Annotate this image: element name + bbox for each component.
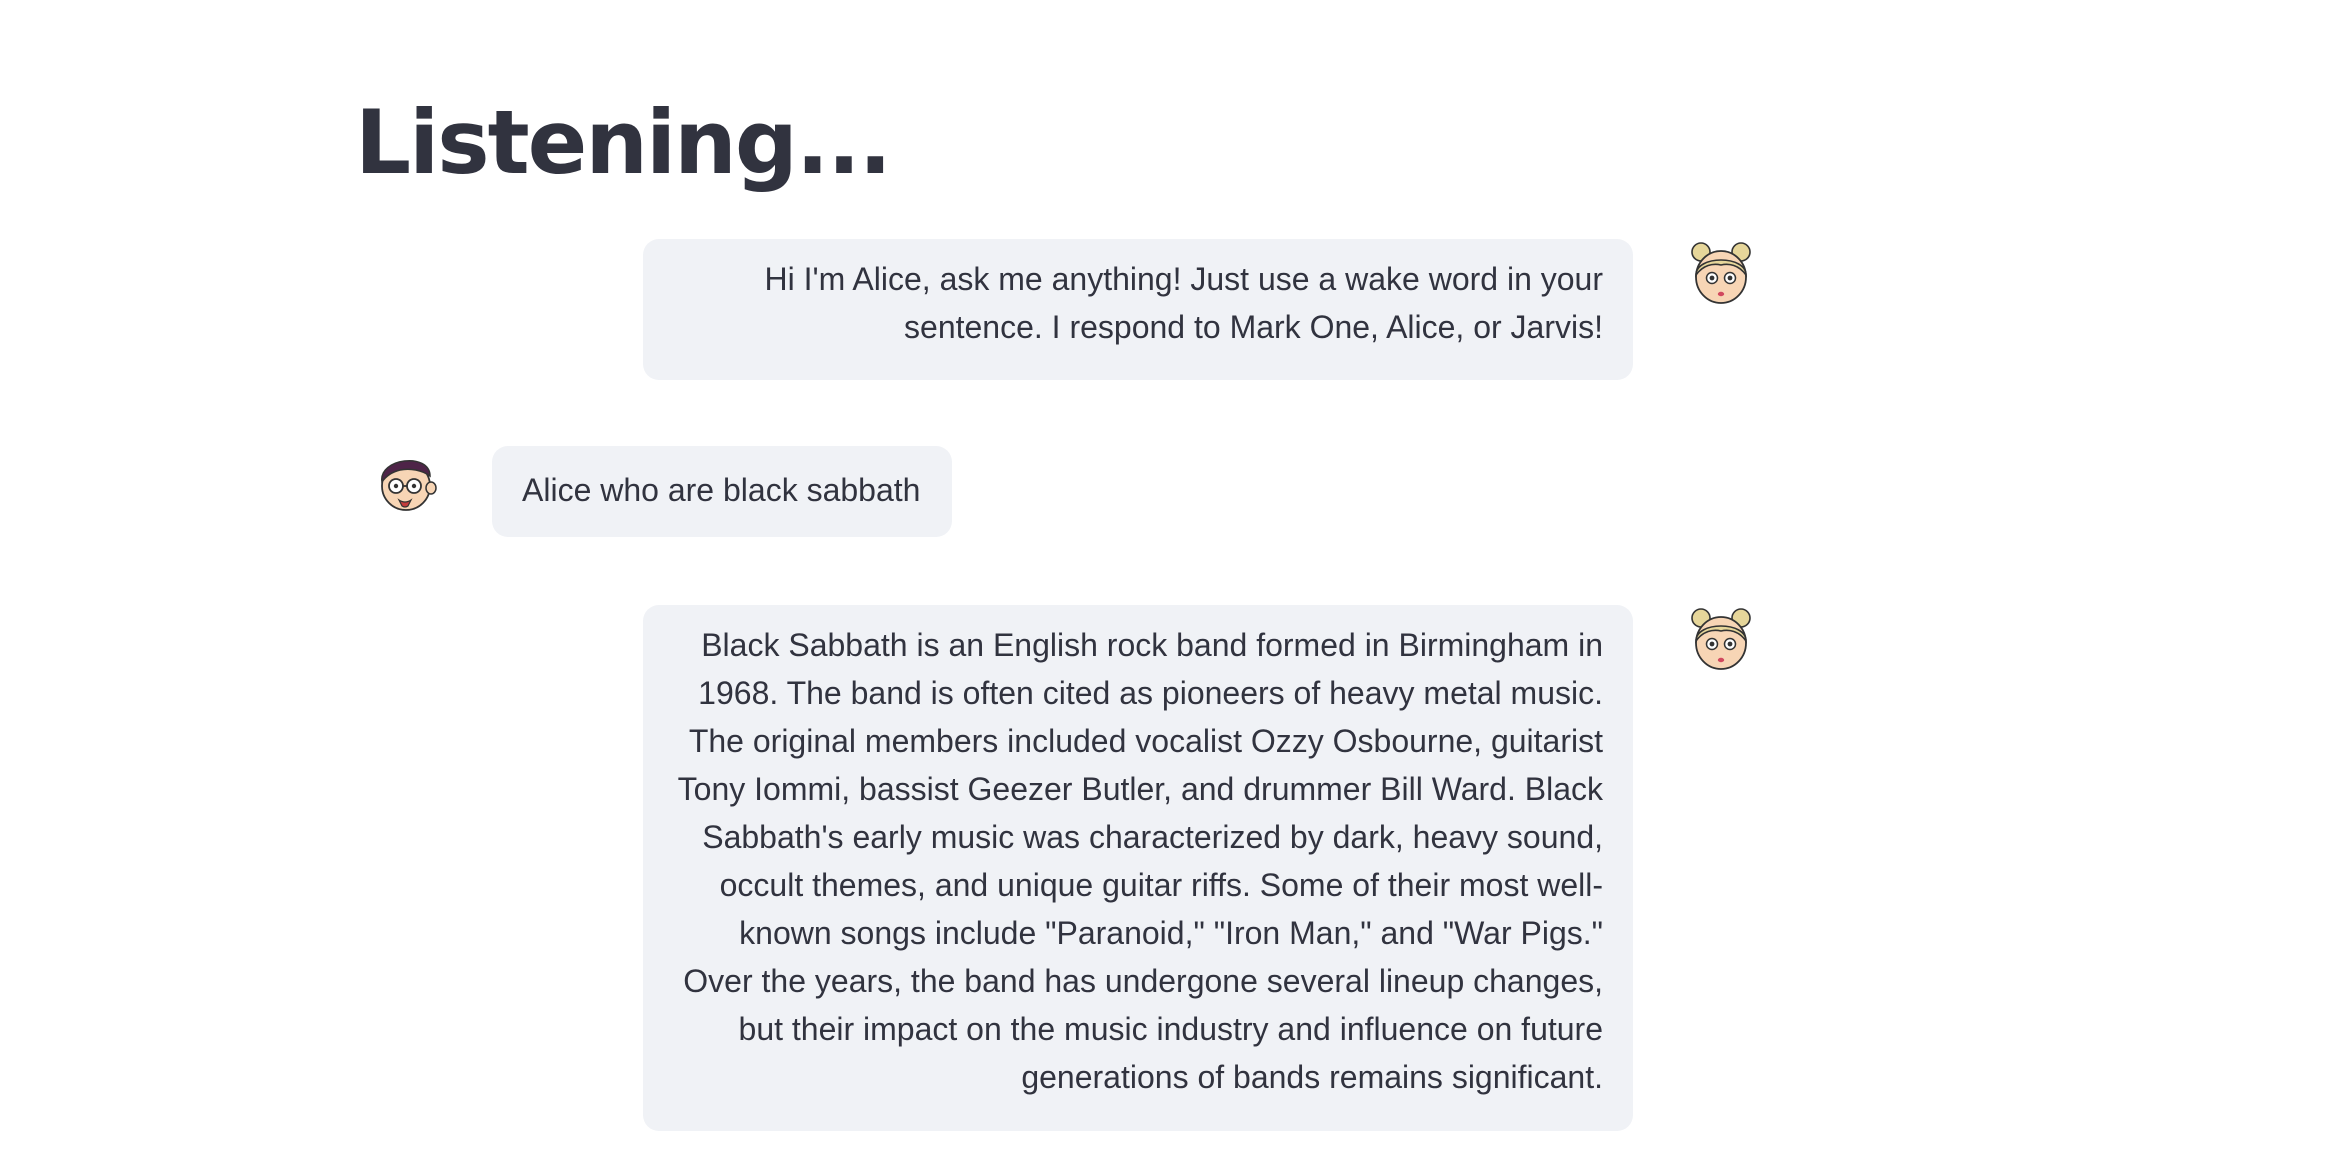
user-message-text: Alice who are black sabbath (522, 472, 921, 508)
assistant-message-text: Hi I'm Alice, ask me anything! Just use … (764, 261, 1603, 345)
user-message: Alice who are black sabbath (492, 446, 952, 537)
page-title: Listening... (355, 91, 892, 194)
alice-avatar-icon (1687, 239, 1755, 307)
assistant-message: Hi I'm Alice, ask me anything! Just use … (643, 239, 1633, 380)
user-avatar-icon (372, 446, 440, 514)
assistant-message-text: Black Sabbath is an English rock band fo… (677, 627, 1603, 1095)
alice-avatar-icon (1687, 605, 1755, 673)
assistant-message: Black Sabbath is an English rock band fo… (643, 605, 1633, 1131)
